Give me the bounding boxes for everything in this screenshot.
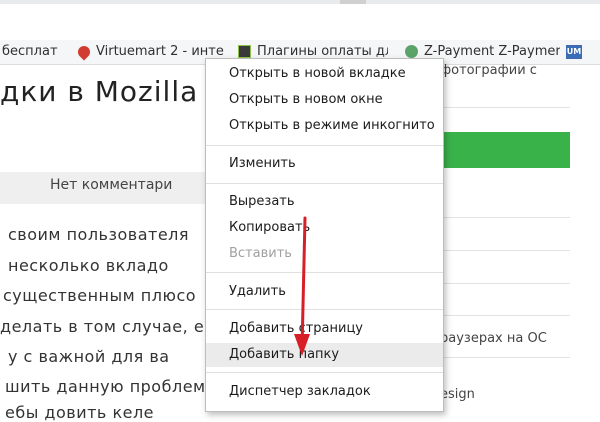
green-banner [440, 132, 570, 168]
menu-item-bookmark-manager[interactable]: Диспетчер закладок [206, 380, 443, 404]
paragraph-line: существенным плюсо [3, 286, 197, 305]
sidebar-link[interactable]: esign [440, 387, 475, 402]
menu-separator [206, 145, 443, 146]
menu-item-add-folder[interactable]: Добавить папку [206, 343, 443, 367]
paragraph-line: шить данную проблем [5, 377, 206, 396]
menu-separator [206, 183, 443, 184]
browser-tabstrip-edge [0, 0, 600, 4]
bookmark-item[interactable]: бесплат [2, 40, 64, 64]
tab-edge [340, 0, 366, 4]
menu-item-open-new-tab[interactable]: Открыть в новой вкладке [206, 62, 443, 86]
menu-separator [206, 372, 443, 373]
menu-item-add-page[interactable]: Добавить страницу [206, 317, 443, 341]
sidebar: фотографии с раузерах на ОС esign [440, 63, 570, 410]
menu-item-copy[interactable]: Копировать [206, 216, 443, 240]
paragraph-line: ебы довить келе [5, 403, 155, 422]
menu-item-edit[interactable]: Изменить [206, 152, 443, 176]
sidebar-link[interactable]: фотографии с [440, 63, 537, 78]
paragraph-line: у с важной для ва [8, 347, 170, 366]
menu-item-cut[interactable]: Вырезать [206, 190, 443, 214]
bookmark-item[interactable]: UM [566, 40, 596, 64]
menu-separator [206, 309, 443, 310]
bookmark-label: Плагины оплаты дл [257, 44, 388, 59]
divider [440, 283, 570, 284]
plugin-icon [238, 45, 251, 58]
menu-item-delete[interactable]: Удалить [206, 280, 443, 304]
um-icon: UM [566, 44, 582, 59]
sidebar-link[interactable]: раузерах на ОС [440, 331, 547, 346]
bookmark-context-menu: Открыть в новой вкладке Открыть в новом … [205, 58, 444, 412]
menu-separator [206, 272, 443, 273]
menu-item-paste: Вставить [229, 246, 292, 261]
menu-item-open-new-window[interactable]: Открыть в новом окне [206, 88, 443, 112]
divider [440, 250, 570, 251]
article-heading: дки в Mozilla [0, 75, 199, 108]
zpayment-icon [405, 45, 418, 58]
divider [440, 315, 570, 316]
paragraph-line: делать в том случае, есл [0, 317, 225, 336]
map-pin-icon [78, 43, 93, 60]
menu-item-open-incognito[interactable]: Открыть в режиме инкогнито [206, 114, 443, 138]
divider [440, 107, 570, 108]
divider [440, 217, 570, 218]
paragraph-line: своим пользователя [8, 225, 190, 244]
bookmark-label: бесплат [2, 44, 58, 59]
comments-count[interactable]: Нет комментари [50, 177, 172, 193]
bookmark-label: Z-Payment Z-Paymer [424, 44, 560, 59]
divider [440, 357, 570, 358]
paragraph-line: несколько вкладо [8, 256, 169, 275]
bookmark-label: Virtuemart 2 - инте [96, 44, 224, 59]
